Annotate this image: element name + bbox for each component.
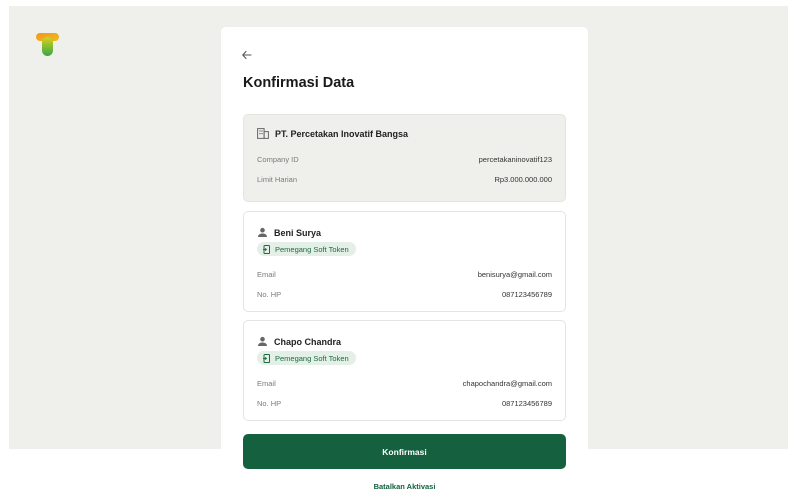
phone-icon	[263, 244, 270, 254]
field-value: percetakaninovatif123	[478, 155, 552, 164]
field-value: chapochandra@gmail.com	[462, 379, 552, 388]
arrow-left-icon	[242, 50, 252, 60]
email-row: Email benisurya@gmail.com	[257, 270, 552, 279]
field-label: No. HP	[257, 290, 282, 299]
phone-icon	[263, 353, 270, 363]
badge-label: Pemegang Soft Token	[275, 353, 349, 363]
person-card: Chapo Chandra Pemegang Soft Token Email …	[243, 320, 566, 421]
soft-token-badge: Pemegang Soft Token	[257, 242, 356, 256]
email-row: Email chapochandra@gmail.com	[257, 379, 552, 388]
field-value: Rp3.000.000.000	[494, 175, 552, 184]
badge-label: Pemegang Soft Token	[275, 244, 349, 254]
user-icon	[258, 336, 267, 346]
company-name: PT. Percetakan Inovatif Bangsa	[275, 128, 409, 139]
field-label: Email	[257, 270, 276, 279]
field-value: 087123456789	[501, 290, 552, 299]
cancel-activation-link[interactable]: Batalkan Aktivasi	[221, 482, 588, 491]
confirmation-card: Konfirmasi Data PT. Percetakan Inovatif …	[221, 27, 588, 491]
person-card: Beni Surya Pemegang Soft Token Email ben…	[243, 211, 566, 312]
back-button[interactable]	[241, 49, 253, 61]
field-label: Email	[257, 379, 276, 388]
building-icon	[257, 128, 269, 139]
person-header: Chapo Chandra	[257, 336, 341, 347]
company-header: PT. Percetakan Inovatif Bangsa	[257, 128, 408, 139]
company-id-row: Company ID percetakaninovatif123	[257, 155, 552, 164]
confirm-button[interactable]: Konfirmasi	[243, 434, 566, 469]
field-label: No. HP	[257, 399, 282, 408]
phone-row: No. HP 087123456789	[257, 290, 552, 299]
user-icon	[258, 227, 267, 237]
person-header: Beni Surya	[257, 227, 321, 238]
company-summary: PT. Percetakan Inovatif Bangsa Company I…	[243, 114, 566, 202]
app-logo	[36, 33, 60, 57]
daily-limit-row: Limit Harian Rp3.000.000.000	[257, 175, 552, 184]
page-title: Konfirmasi Data	[243, 75, 355, 91]
soft-token-badge: Pemegang Soft Token	[257, 351, 356, 365]
field-label: Limit Harian	[257, 175, 298, 184]
field-label: Company ID	[257, 155, 299, 164]
field-value: benisurya@gmail.com	[477, 270, 552, 279]
person-name: Chapo Chandra	[274, 336, 342, 347]
field-value: 087123456789	[501, 399, 552, 408]
person-name: Beni Surya	[274, 227, 322, 238]
phone-row: No. HP 087123456789	[257, 399, 552, 408]
